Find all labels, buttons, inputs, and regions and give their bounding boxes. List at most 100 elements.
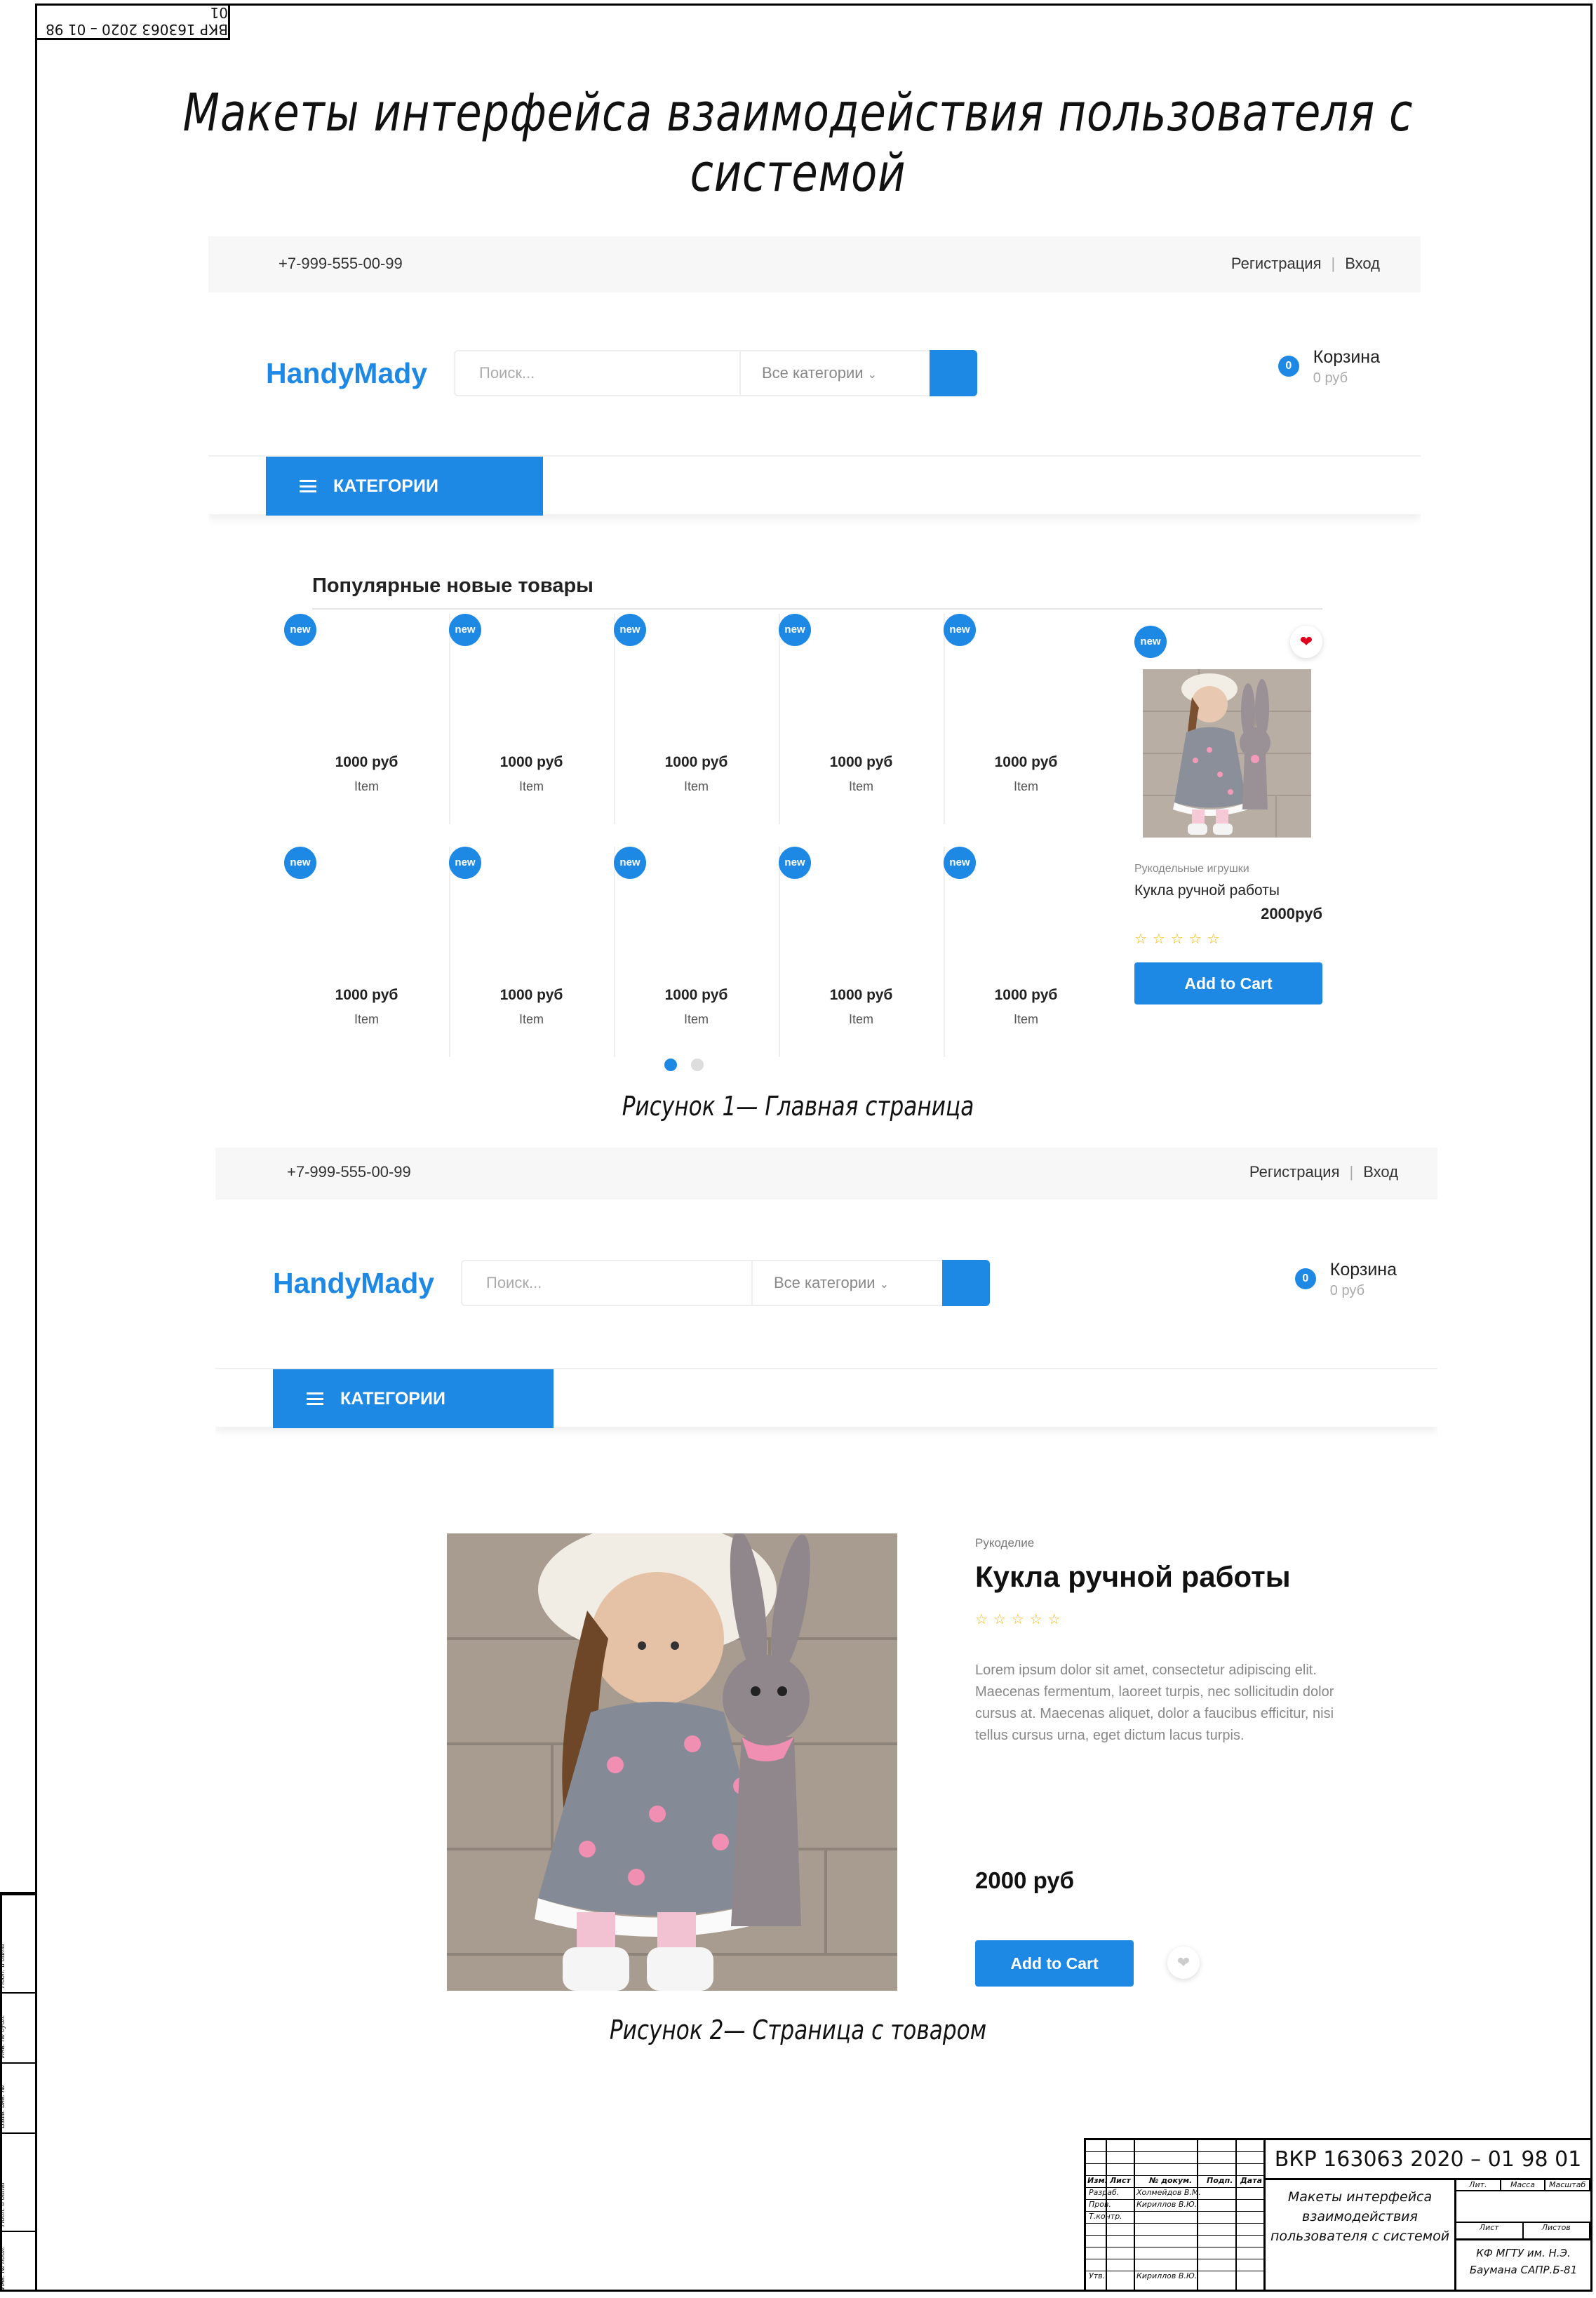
- product-card[interactable]: new 1000 руб Item: [944, 847, 1108, 1057]
- product-card[interactable]: new 1000 руб Item: [614, 847, 779, 1057]
- product-name[interactable]: Item: [449, 1012, 614, 1027]
- product-name[interactable]: Item: [284, 1012, 449, 1027]
- column-header-row: Изм. Лист № докум. Подп. Дата: [1086, 2176, 1263, 2188]
- product-card[interactable]: new 1000 руб Item: [449, 614, 614, 824]
- product-description: Lorem ipsum dolor sit amet, consectetur …: [975, 1662, 1334, 1743]
- carousel-dots: [664, 1059, 704, 1071]
- search-input[interactable]: Поиск...: [486, 1274, 542, 1292]
- product-card[interactable]: new 1000 руб Item: [779, 847, 944, 1057]
- top-bar: +7-999-555-00-99 Регистрация | Вход: [208, 236, 1421, 293]
- new-badge: new: [779, 847, 811, 879]
- login-link[interactable]: Вход: [1345, 255, 1380, 273]
- signature-rows: Изм. Лист № докум. Подп. Дата Разраб. Хол…: [1086, 2140, 1263, 2290]
- side-cell: Инв. № дубл.: [0, 1992, 35, 2062]
- logo[interactable]: HandyMady: [273, 1267, 434, 1300]
- logo[interactable]: HandyMady: [266, 357, 427, 390]
- new-badge: new: [449, 614, 481, 646]
- role-label: Т.контр.: [1089, 2212, 1122, 2221]
- product-name[interactable]: Item: [779, 1012, 944, 1027]
- product-card[interactable]: new 1000 руб Item: [449, 847, 614, 1057]
- category-select-label: Все категории: [774, 1274, 876, 1291]
- product-name[interactable]: Item: [614, 779, 779, 794]
- side-cell: Взам. инв. №: [0, 2062, 35, 2132]
- col-header: Дата: [1240, 2176, 1263, 2185]
- rating-stars: ☆☆☆☆☆: [1134, 932, 1226, 947]
- blank-row: [1086, 2164, 1263, 2176]
- product-name[interactable]: Item: [944, 779, 1108, 794]
- new-badge: new: [944, 614, 976, 646]
- category-select[interactable]: Все категории ⌄: [739, 351, 930, 395]
- person-name: Холмейдов В.М.: [1136, 2188, 1201, 2197]
- blank-row: [1086, 2152, 1263, 2164]
- side-strip: Подп. и дата Инв. № дубл. Взам. инв. № П…: [0, 1892, 35, 2292]
- featured-name[interactable]: Кукла ручной работы: [1134, 882, 1280, 899]
- categories-button-label: КАТЕГОРИИ: [333, 476, 438, 496]
- signature-row: Утв. Кириллов В.Ю.: [1086, 2271, 1263, 2283]
- role-label: Разраб.: [1089, 2188, 1120, 2197]
- rating-stars[interactable]: ☆☆☆☆☆: [975, 1611, 1066, 1628]
- product-photo[interactable]: [447, 1523, 897, 1991]
- product-price: 1000 руб: [499, 987, 563, 1003]
- new-badge: new: [1134, 626, 1167, 658]
- product-card[interactable]: new 1000 руб Item: [284, 847, 449, 1057]
- register-link[interactable]: Регистрация: [1231, 255, 1322, 273]
- product-price: 1000 руб: [335, 754, 398, 770]
- signature-row: Т.контр.: [1086, 2212, 1263, 2224]
- auth-links: Регистрация | Вход: [1249, 1163, 1398, 1181]
- category-select-label: Все категории: [762, 364, 864, 382]
- register-link[interactable]: Регистрация: [1249, 1163, 1340, 1181]
- add-to-cart-button[interactable]: Add to Cart: [1134, 962, 1322, 1004]
- search-button[interactable]: [930, 350, 977, 396]
- blank-row: [1086, 2140, 1263, 2152]
- new-badge: new: [944, 847, 976, 879]
- title-block: Изм. Лист № докум. Подп. Дата Разраб. Хол…: [1084, 2138, 1592, 2292]
- figure-caption-2: Рисунок 2— Страница с товаром: [609, 2015, 987, 2045]
- login-link[interactable]: Вход: [1363, 1163, 1398, 1181]
- product-category[interactable]: Рукоделие: [975, 1536, 1034, 1550]
- wishlist-heart-icon[interactable]: ❤: [1290, 626, 1322, 658]
- product-card[interactable]: new 1000 руб Item: [779, 614, 944, 824]
- side-label: Инв. № дубл.: [0, 2015, 6, 2059]
- role-label: Пров.: [1089, 2200, 1111, 2209]
- category-select[interactable]: Все категории ⌄: [751, 1261, 942, 1305]
- product-page-mockup: +7-999-555-00-99 Регистрация | Вход Hand…: [215, 1148, 1437, 1996]
- section-title: Популярные новые товары: [312, 574, 594, 597]
- carousel-dot-active[interactable]: [664, 1059, 677, 1071]
- product-card[interactable]: new 1000 руб Item: [614, 614, 779, 824]
- product-card[interactable]: new 1000 руб Item: [944, 614, 1108, 824]
- product-price: 2000 руб: [975, 1867, 1075, 1893]
- categories-button[interactable]: КАТЕГОРИИ: [266, 457, 543, 516]
- product-name[interactable]: Item: [944, 1012, 1108, 1027]
- categories-button[interactable]: КАТЕГОРИИ: [273, 1369, 554, 1428]
- product-name[interactable]: Item: [449, 779, 614, 794]
- carousel-dot[interactable]: [691, 1059, 704, 1071]
- auth-divider: |: [1331, 255, 1336, 272]
- letter-grid-header: Лит. Масса Масштаб: [1456, 2180, 1591, 2191]
- blank-row: [1086, 2259, 1263, 2271]
- product-name[interactable]: Item: [779, 779, 944, 794]
- product-name[interactable]: Item: [284, 779, 449, 794]
- auth-divider: |: [1349, 1163, 1354, 1181]
- product-price: 1000 руб: [499, 754, 563, 770]
- search-bar: Поиск... Все категории ⌄: [461, 1260, 990, 1306]
- rotated-stamp: ВКР 163063 2020 – 01 98 01: [35, 4, 230, 40]
- doll-product-image[interactable]: [1143, 669, 1311, 838]
- featured-product-card[interactable]: new ❤ Рукодельные игрушки Кукла ручной р…: [1134, 626, 1322, 1019]
- search-button[interactable]: [942, 1260, 990, 1306]
- chevron-down-icon: ⌄: [867, 369, 878, 381]
- product-title: Кукла ручной работы: [975, 1560, 1291, 1593]
- search-input[interactable]: Поиск...: [479, 364, 535, 382]
- cart-label: Корзина: [1313, 347, 1380, 367]
- top-bar: +7-999-555-00-99 Регистрация | Вход: [215, 1148, 1437, 1200]
- product-name[interactable]: Item: [614, 1012, 779, 1027]
- cart-widget[interactable]: 0 Корзина 0 руб: [1278, 347, 1380, 387]
- cart-widget[interactable]: 0 Корзина 0 руб: [1294, 1260, 1397, 1299]
- product-price: 1000 руб: [335, 987, 398, 1003]
- add-to-cart-button[interactable]: Add to Cart: [975, 1940, 1134, 1987]
- grid-cell: Листов: [1523, 2222, 1590, 2238]
- sheet-count-header: Лист Листов: [1456, 2222, 1590, 2238]
- sheet-title: Макеты интерфейса взаимодействия пользов…: [182, 83, 1414, 203]
- product-card[interactable]: new 1000 руб Item: [284, 614, 449, 824]
- new-badge: new: [449, 847, 481, 879]
- wishlist-heart-icon[interactable]: ❤: [1167, 1947, 1200, 1979]
